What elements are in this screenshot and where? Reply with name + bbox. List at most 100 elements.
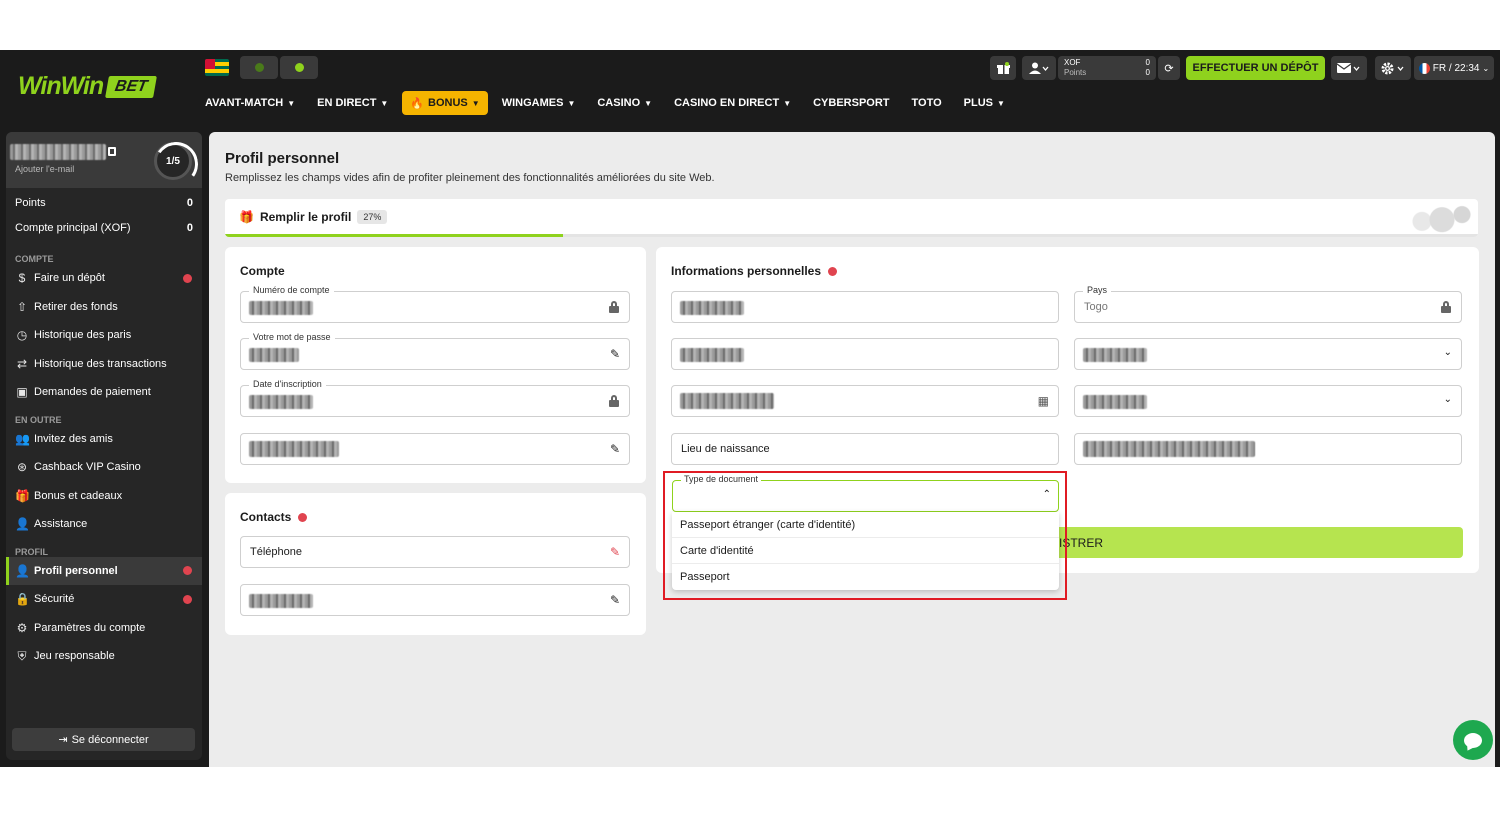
- sidebar-item-label: Historique des transactions: [34, 357, 167, 370]
- birth-date-field[interactable]: ▦: [671, 385, 1059, 417]
- email-redacted: [249, 441, 339, 457]
- password-label: Votre mot de passe: [249, 332, 335, 342]
- apple-app-button[interactable]: [240, 56, 278, 79]
- password-field[interactable]: Votre mot de passe ✎: [240, 332, 630, 370]
- chevron-down-icon: ▼: [783, 98, 792, 108]
- friends-icon: 👥: [15, 431, 30, 446]
- chat-icon: [1464, 732, 1482, 748]
- country-value: Togo: [1084, 301, 1108, 313]
- sidebar-item-withdraw[interactable]: ⇧ Retirer des fonds: [6, 293, 202, 322]
- nav-label: TOTO: [911, 97, 942, 109]
- decoration-image: [1394, 201, 1474, 235]
- gear-icon: [1381, 62, 1404, 74]
- user-menu-button[interactable]: [1022, 56, 1056, 80]
- site-logo[interactable]: WinWin BET: [18, 72, 158, 101]
- edit-icon[interactable]: ✎: [610, 545, 620, 559]
- email-field[interactable]: ✎: [240, 433, 630, 465]
- edit-icon[interactable]: ✎: [610, 442, 620, 456]
- password-redacted: [249, 348, 299, 362]
- main-nav: AVANT-MATCH ▼ EN DIRECT ▼ 🔥 BONUS ▼ WINGAMES…: [197, 90, 1019, 116]
- fill-profile-percent: 27%: [357, 210, 388, 224]
- region-select[interactable]: ⌄: [1074, 338, 1462, 370]
- apple-icon: [254, 63, 264, 72]
- sidebar-item-cashback[interactable]: ⊛ Cashback VIP Casino: [6, 453, 202, 482]
- level-indicator[interactable]: 1/5: [154, 142, 192, 180]
- sidebar-item-support[interactable]: 👤 Assistance: [6, 510, 202, 539]
- birth-date-redacted: [680, 393, 774, 409]
- togo-flag-icon[interactable]: [205, 59, 229, 76]
- account-number-field[interactable]: Numéro de compte: [240, 285, 630, 323]
- android-app-button[interactable]: [280, 56, 318, 79]
- nav-bonus[interactable]: 🔥 BONUS ▼: [402, 91, 488, 115]
- country-label: Pays: [1083, 285, 1112, 295]
- sidebar: Ajouter l'e-mail 1/5 Points 0 Compte pri…: [6, 132, 202, 760]
- account-title-text: Compte: [240, 264, 285, 278]
- first-name-field[interactable]: [671, 291, 1059, 323]
- sidebar-item-account-settings[interactable]: ⚙ Paramètres du compte: [6, 614, 202, 643]
- personal-info-title-text: Informations personnelles: [671, 264, 822, 278]
- nav-casino-en-direct[interactable]: CASINO EN DIRECT ▼: [666, 90, 799, 116]
- sidebar-item-responsible-gaming[interactable]: ⛨ Jeu responsable: [6, 642, 202, 671]
- nav-casino[interactable]: CASINO ▼: [589, 90, 660, 116]
- sidebar-item-invite[interactable]: 👥 Invitez des amis: [6, 425, 202, 454]
- add-email-link[interactable]: Ajouter l'e-mail: [15, 164, 74, 174]
- alert-badge: [183, 566, 192, 576]
- settings-button[interactable]: [1375, 56, 1411, 80]
- first-name-redacted: [680, 301, 744, 315]
- logout-button[interactable]: ⇥ Se déconnecter: [12, 728, 195, 751]
- nav-cybersport[interactable]: CYBERSPORT: [805, 90, 897, 116]
- gift-button[interactable]: [990, 56, 1016, 80]
- contact-email-field[interactable]: ✎: [240, 584, 630, 616]
- deposit-button[interactable]: EFFECTUER UN DÉPÔT: [1186, 56, 1325, 80]
- nav-avant-match[interactable]: AVANT-MATCH ▼: [197, 90, 303, 116]
- logout-icon: ⇥: [58, 734, 68, 746]
- shield-icon: ⛨: [17, 648, 27, 663]
- sidebar-item-security[interactable]: 🔒 Sécurité: [6, 585, 202, 614]
- nav-wingames[interactable]: WINGAMES ▼: [494, 90, 584, 116]
- phone-field[interactable]: Téléphone ✎: [240, 536, 630, 568]
- edit-icon[interactable]: ✎: [610, 593, 620, 607]
- points-value: 0: [1145, 68, 1150, 77]
- sidebar-item-personal-profile[interactable]: 👤 Profil personnel: [6, 556, 202, 585]
- country-field[interactable]: Pays Togo: [1074, 285, 1462, 323]
- points-label: Points: [1064, 68, 1087, 77]
- chevron-down-icon: ⌄: [1443, 394, 1452, 405]
- nav-label: BONUS: [428, 97, 468, 109]
- section-compte: COMPTE: [15, 254, 54, 264]
- messages-button[interactable]: [1331, 56, 1367, 80]
- sidebar-item-payment-requests[interactable]: ▣ Demandes de paiement: [6, 378, 202, 407]
- nav-toto[interactable]: TOTO: [904, 90, 950, 116]
- user-card: Ajouter l'e-mail 1/5: [6, 132, 202, 188]
- nav-en-direct[interactable]: EN DIRECT ▼: [309, 90, 396, 116]
- city-select[interactable]: ⌄: [1074, 385, 1462, 417]
- refresh-button[interactable]: ⟳: [1158, 56, 1180, 80]
- signup-date-redacted: [249, 395, 313, 409]
- sidebar-item-deposit[interactable]: $ Faire un dépôt: [6, 264, 202, 293]
- chat-button[interactable]: [1453, 720, 1493, 760]
- language-selector[interactable]: FR / 22:34 ⌄: [1414, 56, 1494, 80]
- sidebar-item-bet-history[interactable]: ◷ Historique des paris: [6, 321, 202, 350]
- signup-date-field[interactable]: Date d'inscription: [240, 379, 630, 417]
- nav-label: CYBERSPORT: [813, 97, 890, 109]
- calendar-icon[interactable]: ▦: [1038, 394, 1049, 408]
- sidebar-item-label: Paramètres du compte: [34, 621, 146, 634]
- nav-plus[interactable]: PLUS ▼: [956, 90, 1013, 116]
- alert-badge: [828, 266, 838, 276]
- sidebar-item-transactions[interactable]: ⇄ Historique des transactions: [6, 350, 202, 379]
- sidebar-item-label: Historique des paris: [34, 329, 132, 342]
- logo-text: WinWin: [18, 72, 104, 100]
- sidebar-item-label: Demandes de paiement: [34, 386, 151, 399]
- birthplace-field[interactable]: Lieu de naissance: [671, 433, 1059, 465]
- gift-icon: 🎁: [15, 488, 30, 503]
- copy-icon[interactable]: [108, 147, 116, 156]
- sidebar-item-label: Retirer des fonds: [34, 300, 118, 313]
- save-button[interactable]: ISTRER: [1045, 527, 1463, 558]
- last-name-field[interactable]: [671, 338, 1059, 370]
- fill-profile-card[interactable]: 🎁 Remplir le profil 27%: [225, 199, 1478, 237]
- balance-box[interactable]: XOF Points 0 0: [1058, 56, 1156, 80]
- address-field[interactable]: [1074, 433, 1462, 465]
- sidebar-item-bonus[interactable]: 🎁 Bonus et cadeaux: [6, 482, 202, 511]
- birthplace-placeholder: Lieu de naissance: [681, 443, 770, 455]
- edit-icon[interactable]: ✎: [610, 347, 620, 361]
- nav-label: CASINO: [597, 97, 641, 109]
